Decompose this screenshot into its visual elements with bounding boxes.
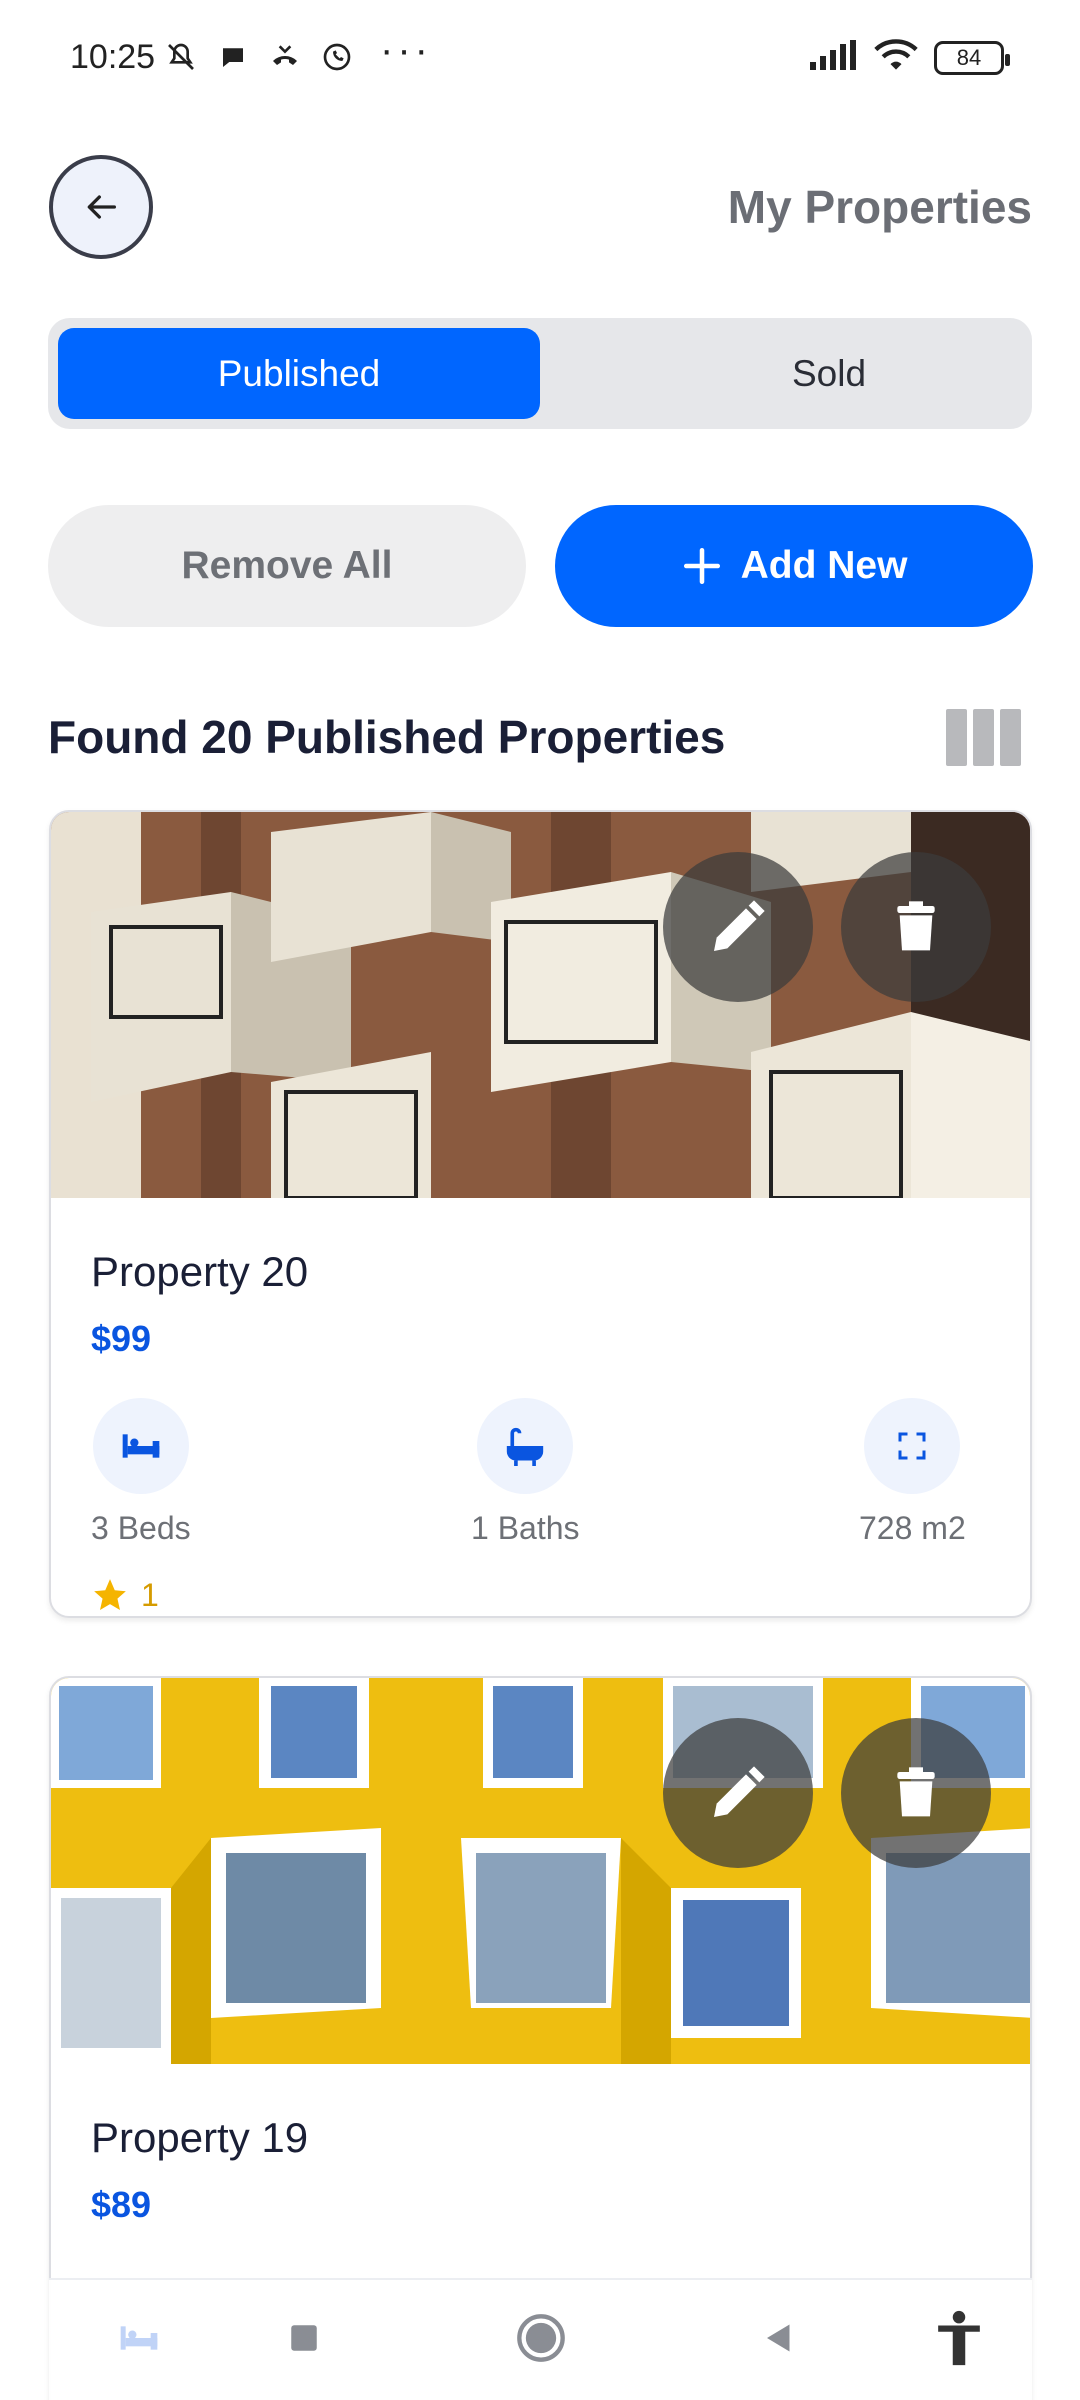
- status-tabs: Published Sold: [48, 318, 1032, 429]
- bathtub-icon: [507, 1427, 544, 1466]
- more-notifications-icon: ···: [380, 28, 432, 72]
- expand-icon: [898, 1432, 926, 1460]
- star-icon: [94, 1579, 126, 1611]
- property-name: Property 19: [91, 2114, 309, 2161]
- notification-icons: [164, 40, 354, 74]
- property-name: Property 20: [91, 1248, 309, 1295]
- accessibility-icon[interactable]: [929, 2308, 989, 2368]
- trash-icon: [897, 901, 935, 951]
- tab-sold[interactable]: Sold: [588, 328, 1070, 419]
- pencil-icon: [714, 1766, 765, 1817]
- grid-view-icon[interactable]: [946, 709, 1021, 766]
- area-size: 728 m2: [859, 1510, 966, 1546]
- battery-indicator: 84: [934, 40, 1010, 75]
- arrow-left-icon: [87, 195, 117, 219]
- baths-count: 1 Baths: [471, 1510, 580, 1546]
- property-price: $89: [91, 2184, 152, 2225]
- results-count-title: Found 20 Published Properties: [48, 711, 726, 763]
- edit-button[interactable]: [663, 852, 813, 1002]
- delete-button[interactable]: [841, 852, 991, 1002]
- home-icon[interactable]: [511, 2308, 571, 2368]
- property-image: [51, 1678, 1030, 2064]
- property-image: [51, 812, 1030, 1198]
- beds-feature: 3 Beds: [91, 1398, 191, 1547]
- rating-value: 1: [141, 1576, 159, 1613]
- trash-icon: [897, 1767, 935, 1817]
- status-time: 10:25: [70, 38, 156, 76]
- property-price: $99: [91, 1318, 152, 1359]
- back-button[interactable]: [49, 155, 153, 259]
- edit-button[interactable]: [663, 1718, 813, 1868]
- tab-published[interactable]: Published: [58, 328, 540, 419]
- recent-apps-icon[interactable]: [274, 2308, 334, 2368]
- remove-all-button[interactable]: Remove All: [48, 505, 526, 627]
- property-card[interactable]: Property 20 $99 3 Beds 1 Baths 728 m2 1: [49, 810, 1032, 1618]
- delete-button[interactable]: [841, 1718, 991, 1868]
- area-feature: 728 m2: [859, 1398, 966, 1547]
- battery-level: 84: [956, 44, 982, 70]
- bed-icon: [122, 1434, 160, 1458]
- bottom-navigation: [49, 2278, 1032, 2400]
- mute-icon: [164, 40, 198, 74]
- baths-feature: 1 Baths: [471, 1398, 580, 1547]
- rating: 1: [91, 1576, 159, 1614]
- chat-icon: [216, 40, 250, 74]
- missed-call-icon: [268, 40, 302, 74]
- wifi-icon: [874, 38, 918, 77]
- status-bar: 10:25 ··· 84: [0, 0, 1080, 120]
- beds-count: 3 Beds: [91, 1510, 191, 1546]
- system-icons: 84: [810, 38, 1010, 77]
- add-new-button[interactable]: Add New: [555, 505, 1033, 627]
- bed-icon[interactable]: [109, 2308, 169, 2368]
- page-title: My Properties: [727, 181, 1032, 233]
- remove-all-label: Remove All: [181, 544, 393, 587]
- back-nav-icon[interactable]: [749, 2308, 809, 2368]
- signal-icon: [810, 40, 858, 75]
- whatsapp-icon: [320, 40, 354, 74]
- add-new-label: Add New: [740, 544, 908, 587]
- pencil-icon: [714, 900, 765, 951]
- plus-icon: [683, 547, 720, 585]
